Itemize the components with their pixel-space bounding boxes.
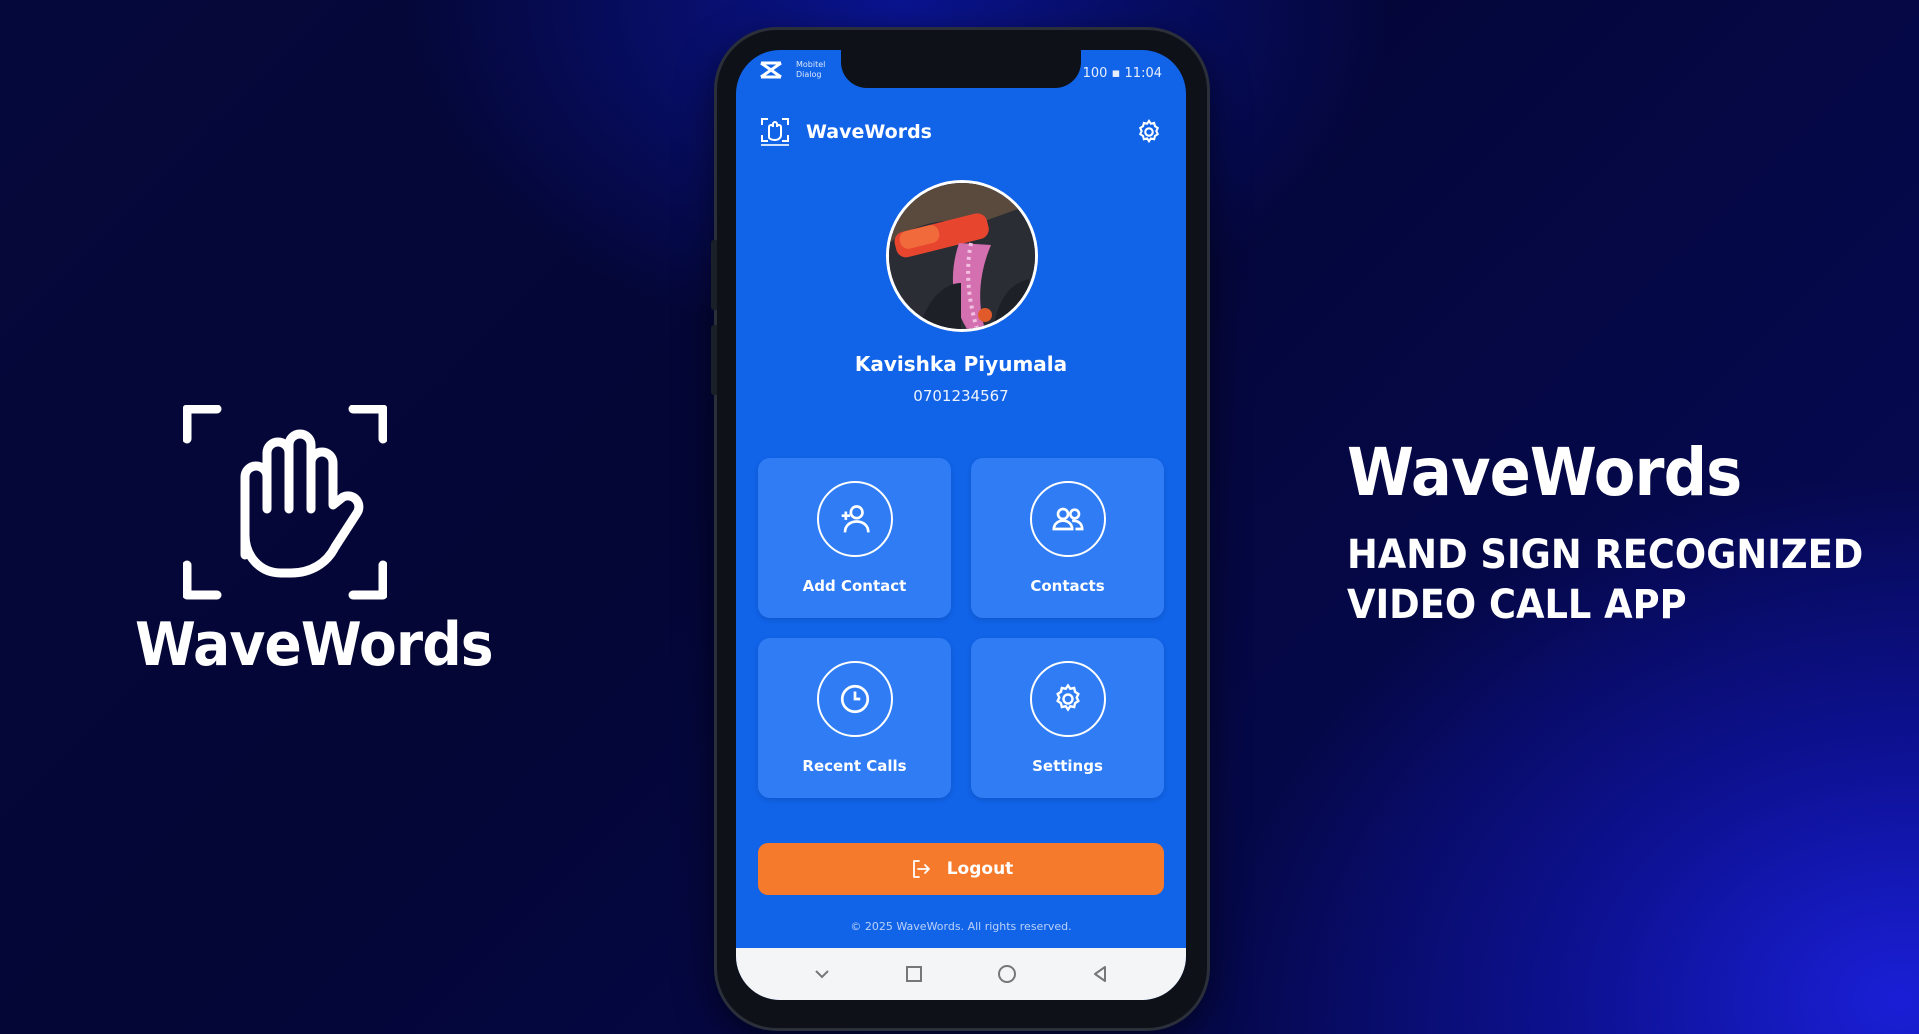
home-circle-icon[interactable] <box>996 963 1018 985</box>
recents-square-icon[interactable] <box>904 964 924 984</box>
tile-label: Add Contact <box>802 577 907 595</box>
carrier-1: Mobitel <box>796 60 826 69</box>
logout-button[interactable]: Logout <box>758 843 1164 895</box>
app-screen: Mobitel Dialog 100 ▪ 11:04 WaveWords Kav… <box>736 50 1186 1000</box>
carrier-info: Mobitel Dialog <box>796 60 825 80</box>
contacts-tile[interactable]: Contacts <box>971 458 1164 618</box>
tagline: WaveWords HAND SIGN RECOGNIZED VIDEO CAL… <box>1347 440 1908 630</box>
tagline-subtitle: HAND SIGN RECOGNIZED VIDEO CALL APP <box>1347 530 1863 630</box>
hand-raised-icon <box>183 405 387 600</box>
settings-button[interactable] <box>1134 117 1164 147</box>
tagline-title: WaveWords <box>1347 434 1742 511</box>
system-nav-bar <box>736 948 1186 1000</box>
tagline-line-1: HAND SIGN RECOGNIZED <box>1347 532 1864 578</box>
phone-frame: Mobitel Dialog 100 ▪ 11:04 WaveWords Kav… <box>711 30 1207 1028</box>
footer-copyright: © 2025 WaveWords. All rights reserved. <box>850 920 1072 933</box>
carrier-2: Dialog <box>796 70 822 79</box>
recent-calls-tile[interactable]: Recent Calls <box>758 638 951 798</box>
left-brand-name: WaveWords <box>135 610 494 680</box>
app-bar: WaveWords <box>758 112 1164 152</box>
people-icon <box>1029 481 1106 557</box>
app-title: WaveWords <box>806 121 932 143</box>
clock-icon <box>816 661 893 737</box>
back-triangle-icon[interactable] <box>1090 964 1110 984</box>
logout-label: Logout <box>946 859 1014 879</box>
add-person-icon <box>816 481 893 557</box>
logout-icon <box>912 860 930 878</box>
wavewords-logo-icon <box>761 118 789 146</box>
gear-icon <box>1029 661 1106 737</box>
left-brand-logo: WaveWords <box>135 405 494 685</box>
phone-notch <box>841 50 1081 88</box>
settings-tile[interactable]: Settings <box>971 638 1164 798</box>
menu-grid: Add Contact Contacts Recent Calls Settin… <box>758 458 1164 798</box>
phone-volume-up <box>711 240 717 310</box>
tile-label: Settings <box>1032 757 1103 775</box>
status-time: 100 ▪ 11:04 <box>1082 66 1162 81</box>
avatar[interactable] <box>886 180 1038 332</box>
capcut-icon <box>760 61 782 79</box>
gear-icon <box>1138 119 1160 144</box>
phone-volume-down <box>711 325 717 395</box>
tagline-line-2: VIDEO CALL APP <box>1347 582 1687 628</box>
profile-photo <box>889 183 1035 329</box>
profile-phone: 0701234567 <box>913 387 1009 405</box>
status-bar-left: Mobitel Dialog <box>758 60 825 80</box>
tile-label: Contacts <box>1030 577 1105 595</box>
tile-label: Recent Calls <box>802 757 907 775</box>
profile-name: Kavishka Piyumala <box>854 352 1068 376</box>
chevron-down-icon[interactable] <box>812 964 832 984</box>
add-contact-tile[interactable]: Add Contact <box>758 458 951 618</box>
